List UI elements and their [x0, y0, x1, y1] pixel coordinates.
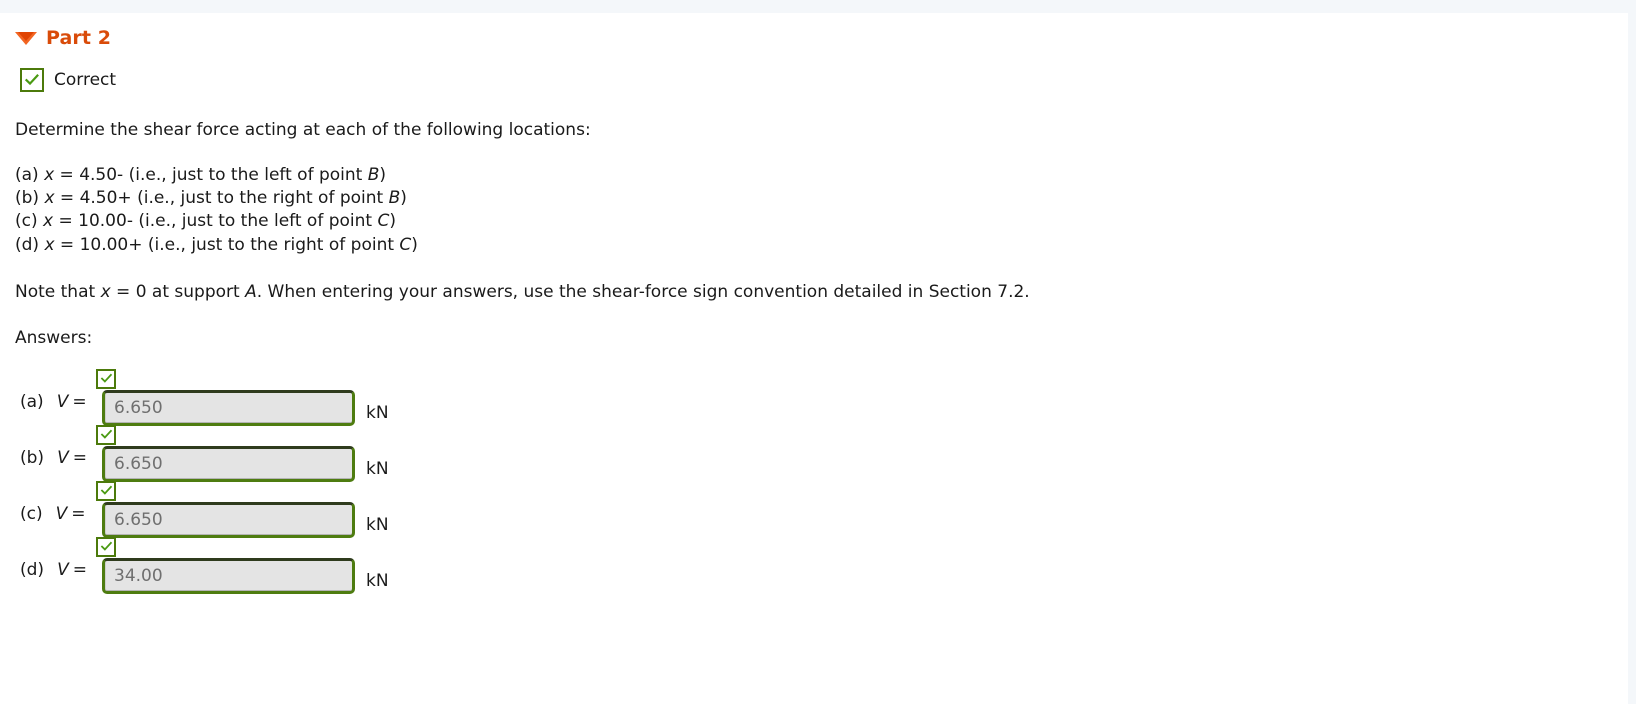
note-segment-3: . When entering your answers, use the sh… [256, 281, 1030, 302]
location-suffix: ) [411, 234, 418, 255]
answer-symbol: V [56, 391, 69, 412]
answers-heading: Answers: [15, 327, 93, 348]
answer-input-b[interactable]: 6.650 [102, 445, 355, 482]
checkmark-icon [96, 368, 116, 389]
location-point: B [367, 164, 380, 185]
answer-label: (c) V = [20, 504, 102, 538]
answer-equals: = [72, 447, 87, 468]
answer-tag: (b) [20, 447, 45, 468]
answer-tag: (d) [20, 559, 45, 580]
location-item: (d) x = 10.00+ (i.e., just to the right … [15, 234, 1628, 257]
answer-row: (c) V = 6.650 kN [20, 480, 1628, 538]
answer-label: (a) V = [20, 392, 102, 426]
location-point: C [399, 234, 412, 255]
location-expression: = 4.50+ (i.e., just to the right of poin… [54, 188, 389, 209]
answer-unit: kN [366, 458, 389, 479]
answer-field-wrapper: 6.650 [96, 424, 355, 482]
status-row: Correct [20, 68, 1628, 92]
answer-symbol: V [55, 503, 68, 524]
answer-label: (b) V = [20, 448, 102, 482]
note-text: Note that x = 0 at support A. When enter… [15, 281, 1628, 304]
location-variable: x [44, 188, 55, 209]
location-expression: = 10.00- (i.e., just to the left of poin… [53, 211, 378, 232]
answer-field-wrapper: 6.650 [96, 480, 355, 538]
location-tag: (a) [15, 164, 39, 185]
location-suffix: ) [400, 188, 407, 209]
location-suffix: ) [389, 211, 396, 232]
answers-list: (a) V = 6.650 kN (b) V = 6.650 kN (c) V … [15, 368, 1628, 594]
location-suffix: ) [379, 164, 387, 185]
location-tag: (d) [15, 234, 40, 255]
answer-unit: kN [366, 514, 389, 535]
note-variable-a: A [245, 281, 257, 302]
answer-input-c[interactable]: 6.650 [102, 501, 355, 538]
location-point: C [377, 211, 390, 232]
answer-label: (d) V = [20, 560, 102, 594]
answer-symbol: V [57, 447, 69, 468]
locations-list: (a) x = 4.50- (i.e., just to the left of… [15, 164, 1628, 257]
location-item: (a) x = 4.50- (i.e., just to the left of… [15, 164, 1628, 187]
answer-tag: (a) [20, 391, 44, 412]
answer-field-wrapper: 6.650 [96, 368, 355, 426]
answer-symbol: V [57, 559, 69, 580]
answer-tag: (c) [20, 503, 43, 524]
location-expression: = 4.50- (i.e., just to the left of point [54, 164, 368, 185]
answer-field-wrapper: 34.00 [96, 536, 355, 594]
right-scroll-gutter[interactable] [1628, 0, 1636, 704]
answer-row: (d) V = 34.00 kN [20, 536, 1628, 594]
location-tag: (c) [15, 211, 38, 232]
answer-equals: = [72, 559, 87, 580]
answer-equals: = [71, 503, 86, 524]
checkmark-icon [96, 536, 116, 557]
location-variable: x [43, 211, 54, 232]
checkmark-icon [96, 480, 116, 501]
top-chrome-band [0, 0, 1628, 13]
checkmark-icon [96, 424, 116, 445]
answer-input-a[interactable]: 6.650 [102, 389, 355, 426]
answer-input-d[interactable]: 34.00 [102, 557, 355, 594]
prompt-text: Determine the shear force acting at each… [15, 120, 591, 140]
answer-row: (a) V = 6.650 kN [20, 368, 1628, 426]
part-header[interactable]: Part 2 [15, 27, 1628, 49]
location-variable: x [44, 234, 55, 255]
note-variable-x: x [100, 281, 111, 302]
location-item: (c) x = 10.00- (i.e., just to the left o… [15, 210, 1628, 233]
note-segment-2: = 0 at support [110, 281, 246, 302]
triangle-down-icon[interactable] [15, 31, 37, 45]
checkmark-icon [20, 68, 44, 92]
location-expression: = 10.00+ (i.e., just to the right of poi… [54, 234, 400, 255]
answer-unit: kN [366, 402, 389, 423]
location-point: B [388, 188, 401, 209]
note-segment-1: Note that [15, 281, 101, 302]
answer-equals: = [72, 391, 87, 412]
location-item: (b) x = 4.50+ (i.e., just to the right o… [15, 187, 1628, 210]
answer-unit: kN [366, 570, 389, 591]
status-label: Correct [54, 70, 117, 90]
answer-row: (b) V = 6.650 kN [20, 424, 1628, 482]
location-tag: (b) [15, 188, 40, 209]
location-variable: x [44, 164, 55, 185]
part-panel: Part 2 Correct Determine the shear force… [0, 13, 1628, 594]
part-title: Part 2 [46, 27, 112, 49]
